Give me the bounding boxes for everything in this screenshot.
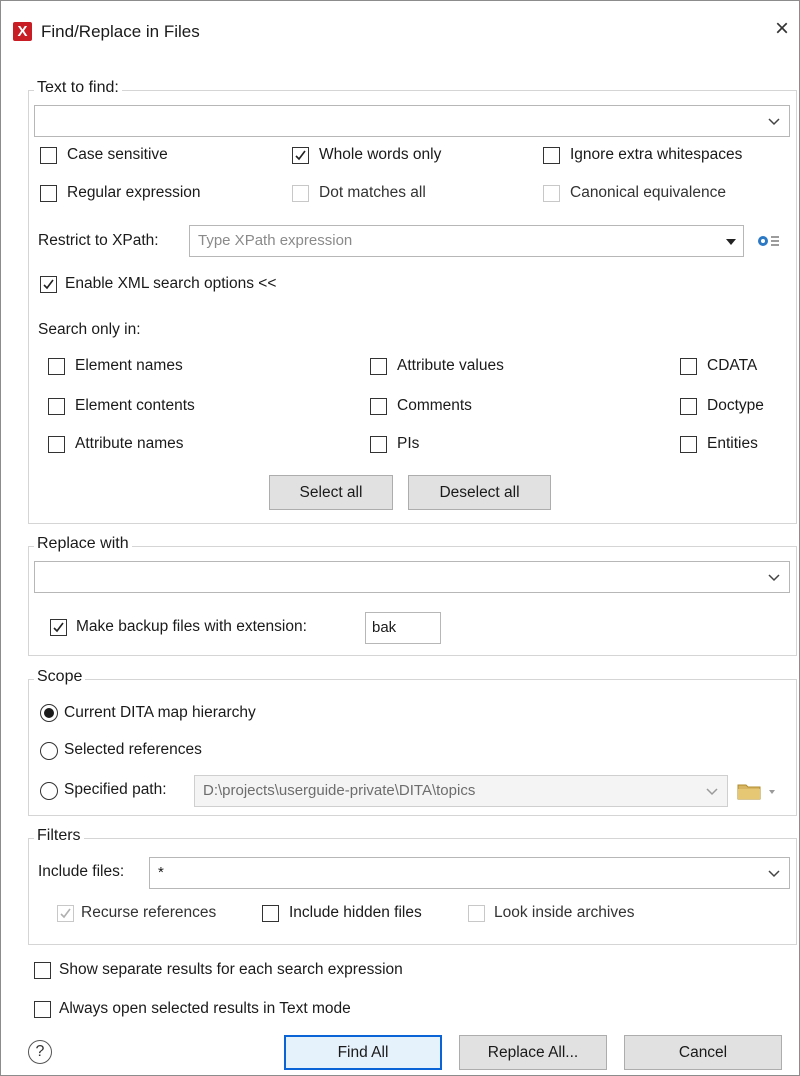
ignore-whitespace-label: Ignore extra whitespaces bbox=[570, 146, 743, 163]
deselect-all-button[interactable]: Deselect all bbox=[408, 475, 551, 510]
cdata-checkbox[interactable] bbox=[680, 358, 697, 375]
look-inside-archives-label: Look inside archives bbox=[494, 904, 635, 921]
specified-path-label: Specified path: bbox=[64, 781, 167, 798]
selected-references-radio[interactable] bbox=[40, 742, 58, 760]
include-hidden-files-checkbox[interactable] bbox=[262, 905, 279, 922]
backup-extension-value: bak bbox=[372, 619, 397, 636]
folder-browse-icon[interactable] bbox=[737, 781, 781, 801]
include-files-label: Include files: bbox=[38, 863, 125, 880]
title-bar: X Find/Replace in Files × bbox=[1, 1, 799, 63]
chevron-down-icon[interactable] bbox=[701, 778, 723, 804]
cancel-button[interactable]: Cancel bbox=[624, 1035, 782, 1070]
checkmark-icon bbox=[53, 622, 64, 633]
specified-path-value: D:\projects\userguide-private\DITA\topic… bbox=[203, 782, 476, 799]
case-sensitive-label: Case sensitive bbox=[67, 146, 168, 163]
text-to-find-combo[interactable] bbox=[34, 105, 790, 137]
find-replace-dialog: X Find/Replace in Files × Text to find: … bbox=[0, 0, 800, 1076]
element-contents-checkbox[interactable] bbox=[48, 398, 65, 415]
xpath-label: Restrict to XPath: bbox=[38, 232, 159, 249]
checkmark-icon bbox=[43, 279, 54, 290]
text-to-find-legend: Text to find: bbox=[34, 79, 122, 97]
comments-label: Comments bbox=[397, 397, 472, 414]
pis-checkbox[interactable] bbox=[370, 436, 387, 453]
close-icon[interactable]: × bbox=[775, 17, 789, 41]
specified-path-combo[interactable]: D:\projects\userguide-private\DITA\topic… bbox=[194, 775, 728, 807]
current-dita-radio[interactable] bbox=[40, 704, 58, 722]
text-mode-checkbox[interactable] bbox=[34, 1001, 51, 1018]
xpath-input[interactable]: Type XPath expression bbox=[189, 225, 744, 257]
gear-settings-icon[interactable] bbox=[755, 232, 781, 250]
search-only-in-label: Search only in: bbox=[38, 321, 141, 338]
chevron-down-icon[interactable] bbox=[763, 564, 785, 590]
dot-matches-all-checkbox[interactable] bbox=[292, 185, 309, 202]
replace-with-combo[interactable] bbox=[34, 561, 790, 593]
checkmark-icon bbox=[295, 150, 306, 161]
filters-legend: Filters bbox=[34, 827, 84, 845]
text-mode-label: Always open selected results in Text mod… bbox=[59, 1000, 351, 1017]
select-all-button[interactable]: Select all bbox=[269, 475, 393, 510]
cdata-label: CDATA bbox=[707, 357, 758, 374]
element-contents-label: Element contents bbox=[75, 397, 195, 414]
regex-checkbox[interactable] bbox=[40, 185, 57, 202]
help-icon[interactable]: ? bbox=[28, 1040, 52, 1064]
recurse-references-label: Recurse references bbox=[81, 904, 217, 921]
specified-path-radio[interactable] bbox=[40, 782, 58, 800]
backup-checkbox[interactable] bbox=[50, 619, 67, 636]
canonical-equivalence-checkbox[interactable] bbox=[543, 185, 560, 202]
scope-legend: Scope bbox=[34, 668, 86, 686]
recurse-references-checkbox[interactable] bbox=[57, 905, 74, 922]
pis-label: PIs bbox=[397, 435, 420, 452]
attribute-names-label: Attribute names bbox=[75, 435, 184, 452]
attribute-values-checkbox[interactable] bbox=[370, 358, 387, 375]
chevron-down-icon[interactable] bbox=[763, 108, 785, 134]
dropdown-arrow-icon[interactable] bbox=[720, 228, 742, 254]
attribute-names-checkbox[interactable] bbox=[48, 436, 65, 453]
include-files-value: * bbox=[158, 864, 164, 881]
selected-references-label: Selected references bbox=[64, 741, 202, 758]
window-title: Find/Replace in Files bbox=[41, 22, 200, 41]
include-hidden-files-label: Include hidden files bbox=[289, 904, 422, 921]
element-names-checkbox[interactable] bbox=[48, 358, 65, 375]
replace-all-button[interactable]: Replace All... bbox=[459, 1035, 607, 1070]
replace-with-legend: Replace with bbox=[34, 535, 132, 553]
backup-label: Make backup files with extension: bbox=[76, 618, 307, 635]
doctype-label: Doctype bbox=[707, 397, 764, 414]
element-names-label: Element names bbox=[75, 357, 183, 374]
enable-xml-options-label[interactable]: Enable XML search options << bbox=[65, 275, 276, 293]
attribute-values-label: Attribute values bbox=[397, 357, 504, 374]
doctype-checkbox[interactable] bbox=[680, 398, 697, 415]
enable-xml-options-checkbox[interactable] bbox=[40, 276, 57, 293]
filters-group bbox=[28, 838, 797, 945]
separate-results-label: Show separate results for each search ex… bbox=[59, 961, 403, 978]
current-dita-label: Current DITA map hierarchy bbox=[64, 704, 256, 721]
case-sensitive-checkbox[interactable] bbox=[40, 147, 57, 164]
dot-matches-all-label: Dot matches all bbox=[319, 184, 426, 201]
radio-selected-dot bbox=[44, 708, 54, 718]
chevron-down-icon[interactable] bbox=[763, 860, 785, 886]
entities-label: Entities bbox=[707, 435, 758, 452]
canonical-equivalence-label: Canonical equivalence bbox=[570, 184, 726, 201]
entities-checkbox[interactable] bbox=[680, 436, 697, 453]
whole-words-checkbox[interactable] bbox=[292, 147, 309, 164]
include-files-combo[interactable]: * bbox=[149, 857, 790, 889]
oxygen-app-icon: X bbox=[13, 22, 32, 41]
ignore-whitespace-checkbox[interactable] bbox=[543, 147, 560, 164]
look-inside-archives-checkbox[interactable] bbox=[468, 905, 485, 922]
backup-extension-input[interactable]: bak bbox=[365, 612, 441, 644]
whole-words-label: Whole words only bbox=[319, 146, 442, 163]
regex-label: Regular expression bbox=[67, 184, 201, 201]
checkmark-icon bbox=[60, 908, 71, 919]
comments-checkbox[interactable] bbox=[370, 398, 387, 415]
find-all-button[interactable]: Find All bbox=[284, 1035, 442, 1070]
separate-results-checkbox[interactable] bbox=[34, 962, 51, 979]
xpath-placeholder: Type XPath expression bbox=[198, 232, 353, 249]
